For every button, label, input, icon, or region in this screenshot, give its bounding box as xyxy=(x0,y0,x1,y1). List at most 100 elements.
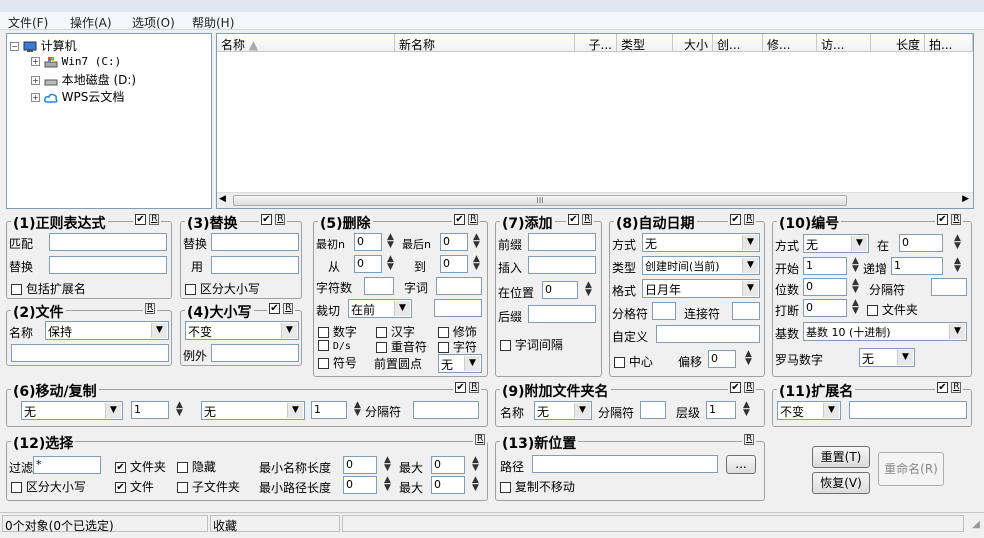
max-name-input[interactable]: 0 xyxy=(431,456,465,474)
spinner-icon[interactable]: ▲ ▼ xyxy=(469,476,482,494)
tree-node-drive-c[interactable]: + Win7 (C:) xyxy=(31,54,121,68)
symbols-checkbox[interactable]: 符号 xyxy=(318,354,357,371)
browse-button[interactable]: ... xyxy=(726,455,756,474)
tree-node-drive-d[interactable]: + 本地磁盘 (D:) xyxy=(31,71,136,88)
date-type-select[interactable]: 创建时间(当前) xyxy=(642,256,760,275)
spinner-icon[interactable]: ▲ ▼ xyxy=(384,255,397,273)
column-header-subfolder[interactable]: 子... xyxy=(575,34,617,52)
replace-input[interactable] xyxy=(211,233,299,251)
column-header-length[interactable]: 长度 xyxy=(871,34,925,52)
group-enable[interactable]: ✔ R xyxy=(935,382,964,394)
file-name-input[interactable] xyxy=(11,344,169,362)
number-start-input[interactable]: 1 xyxy=(803,257,847,275)
date-format-select[interactable]: 日月年 xyxy=(642,279,760,298)
number-separator-input[interactable] xyxy=(931,278,967,296)
spinner-icon[interactable]: ▲ ▼ xyxy=(849,299,862,317)
spinner-icon[interactable]: ▲ ▼ xyxy=(951,234,964,252)
chars-input[interactable] xyxy=(364,277,394,295)
group-enable[interactable]: ✔ R xyxy=(566,214,595,226)
group-enable[interactable]: ✔ R xyxy=(728,214,757,226)
column-header-accessed[interactable]: 访... xyxy=(817,34,871,52)
group-enable[interactable]: ✔ R xyxy=(133,214,162,226)
resize-grip-icon[interactable]: ◢ xyxy=(972,519,980,530)
ds-checkbox[interactable]: D/s xyxy=(318,338,351,352)
move-count-1[interactable]: 1 xyxy=(131,401,169,419)
number-mode-select[interactable]: 无 xyxy=(803,234,869,253)
crop-input[interactable] xyxy=(434,299,482,317)
replace-with-input[interactable] xyxy=(211,256,299,274)
suffix-input[interactable] xyxy=(528,305,596,323)
center-checkbox[interactable]: 中心 xyxy=(614,353,653,370)
folder-checkbox[interactable]: 文件夹 xyxy=(867,301,918,318)
spinner-icon[interactable]: ▲ ▼ xyxy=(384,233,397,251)
move-select-1[interactable]: 无 xyxy=(21,401,123,420)
move-count-2[interactable]: 1 xyxy=(311,401,347,419)
file-name-select[interactable]: 保持 xyxy=(45,321,169,340)
group-enable[interactable]: ✔ R xyxy=(259,214,288,226)
number-pad-input[interactable]: 0 xyxy=(803,278,847,296)
scroll-left-icon[interactable]: ◀ xyxy=(219,194,226,204)
file-list[interactable]: 名称 ▲ 新名称 子... 类型 大小 创... 修... 访... 长度 拍.… xyxy=(216,33,974,209)
expand-icon[interactable]: + xyxy=(31,57,40,66)
separator-input[interactable] xyxy=(413,401,479,419)
menu-operations[interactable]: 操作(A) xyxy=(70,14,112,31)
date-mode-select[interactable]: 无 xyxy=(642,233,760,252)
spinner-icon[interactable]: ▲ ▼ xyxy=(740,401,753,419)
spinner-icon[interactable]: ▲ ▼ xyxy=(381,476,394,494)
column-header-taken[interactable]: 拍... xyxy=(925,34,973,52)
spinner-icon[interactable]: ▲ ▼ xyxy=(849,257,862,275)
min-path-input[interactable]: 0 xyxy=(343,476,377,494)
number-break-input[interactable]: 0 xyxy=(803,299,847,317)
first-n-input[interactable]: 0 xyxy=(354,233,382,251)
horizontal-scrollbar[interactable]: ◀ III ▶ xyxy=(217,192,973,208)
folder-separator-input[interactable] xyxy=(640,401,666,419)
spinner-icon[interactable]: ▲ ▼ xyxy=(951,257,964,275)
group-enable[interactable]: ✔ R xyxy=(267,303,296,315)
spinner-icon[interactable]: ▲ ▼ xyxy=(742,350,755,368)
insert-input[interactable] xyxy=(528,256,596,274)
group-enable[interactable]: ✔ R xyxy=(452,214,481,226)
regex-replace-input[interactable] xyxy=(49,256,167,274)
to-input[interactable]: 0 xyxy=(440,255,468,273)
filter-input[interactable]: * xyxy=(33,456,101,474)
case-select[interactable]: 不变 xyxy=(185,321,299,340)
case-sensitive-checkbox[interactable]: 区分大小写 xyxy=(11,478,86,495)
spinner-icon[interactable]: ▲ ▼ xyxy=(470,233,483,251)
tree-node-computer[interactable]: − 计算机 xyxy=(10,37,77,54)
group-enable[interactable]: ✔ R xyxy=(728,382,757,394)
rename-button[interactable]: 重命名(R) xyxy=(878,452,944,486)
expand-icon[interactable]: + xyxy=(31,93,40,102)
move-select-2[interactable]: 无 xyxy=(201,401,305,420)
spinner-icon[interactable]: ▲ ▼ xyxy=(173,401,186,419)
min-name-input[interactable]: 0 xyxy=(343,456,377,474)
extension-select[interactable]: 不变 xyxy=(777,401,841,420)
folders-checkbox[interactable]: ✔ 文件夹 xyxy=(115,458,166,475)
group-enable[interactable]: ✔ R xyxy=(935,214,964,226)
extension-input[interactable] xyxy=(849,401,967,419)
menu-help[interactable]: 帮助(H) xyxy=(192,14,234,31)
prefix-input[interactable] xyxy=(528,233,596,251)
spinner-icon[interactable]: ▲ ▼ xyxy=(381,456,394,474)
spinner-icon[interactable]: ▲ ▼ xyxy=(470,255,483,273)
scroll-thumb[interactable]: III xyxy=(233,195,847,206)
hidden-checkbox[interactable]: 隐藏 xyxy=(177,458,216,475)
checkbox-checked[interactable]: ✔ xyxy=(135,214,146,225)
number-base-select[interactable]: 基数 10 (十进制) xyxy=(803,322,967,341)
column-header-modified[interactable]: 修... xyxy=(763,34,817,52)
undo-button[interactable]: 恢复(V) xyxy=(812,472,870,494)
from-input[interactable]: 0 xyxy=(354,255,382,273)
word-space-checkbox[interactable]: 字词间隔 xyxy=(500,336,563,353)
menu-options[interactable]: 选项(O) xyxy=(132,14,175,31)
accent-checkbox[interactable]: 重音符 xyxy=(376,338,427,355)
column-header-name[interactable]: 名称 ▲ xyxy=(217,34,395,52)
date-custom-input[interactable] xyxy=(656,325,760,343)
expand-icon[interactable]: + xyxy=(31,76,40,85)
spinner-icon[interactable]: ▲ ▼ xyxy=(849,278,862,296)
number-step-input[interactable]: 1 xyxy=(891,257,943,275)
group-reset[interactable]: R xyxy=(742,434,757,446)
leading-dots-select[interactable]: 无 xyxy=(438,354,482,373)
number-at-input[interactable]: 0 xyxy=(899,234,943,252)
roman-select[interactable]: 无 xyxy=(859,348,915,367)
menu-file[interactable]: 文件(F) xyxy=(8,14,48,31)
folder-tree[interactable]: − 计算机 + Win7 (C:) + 本地磁盘 (D:) + WPS云文档 xyxy=(6,33,212,209)
